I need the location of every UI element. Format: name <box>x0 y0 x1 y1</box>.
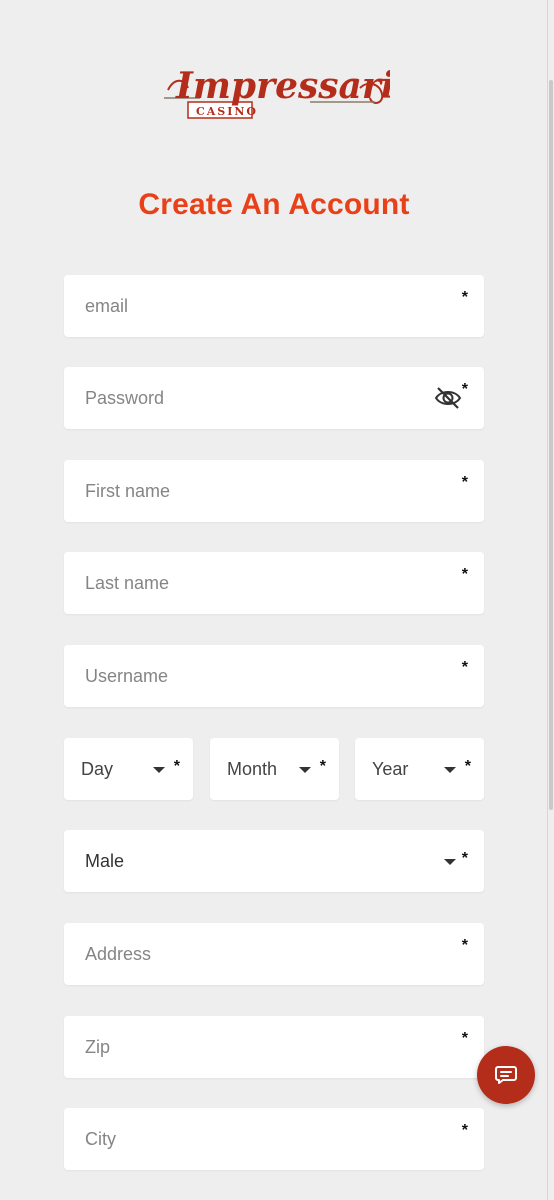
required-marker: * <box>461 850 468 867</box>
password-field[interactable]: Password * <box>64 367 484 429</box>
city-field[interactable]: City * <box>64 1108 484 1170</box>
signup-page: Impressario CASINO Create An Account ema… <box>0 0 554 1200</box>
chevron-down-icon <box>444 859 456 865</box>
required-marker: * <box>461 289 468 306</box>
email-field[interactable]: email * <box>64 275 484 337</box>
required-marker: * <box>173 758 180 775</box>
month-select[interactable]: Month * <box>210 738 339 800</box>
logo-wordmark: Impressario <box>175 65 390 107</box>
zip-placeholder: Zip <box>85 1037 111 1057</box>
page-title: Create An Account <box>138 188 410 221</box>
username-placeholder: Username <box>85 666 169 686</box>
first-name-field[interactable]: First name * <box>64 460 484 522</box>
last-name-field[interactable]: Last name * <box>64 552 484 614</box>
required-marker: * <box>461 1122 468 1139</box>
address-field[interactable]: Address * <box>64 923 484 985</box>
day-select[interactable]: Day * <box>64 738 193 800</box>
username-field[interactable]: Username * <box>64 645 484 707</box>
required-marker: * <box>461 937 468 954</box>
day-select-value: Day <box>81 759 114 779</box>
gender-select-value: Male <box>85 851 125 871</box>
required-marker: * <box>319 758 326 775</box>
eye-slash-icon[interactable] <box>434 385 462 411</box>
first-name-placeholder: First name <box>85 481 171 501</box>
required-marker: * <box>461 474 468 491</box>
password-placeholder: Password <box>85 388 165 408</box>
required-marker: * <box>464 758 471 775</box>
year-select-value: Year <box>372 759 409 779</box>
scrollbar[interactable] <box>547 0 554 1200</box>
required-marker: * <box>461 566 468 583</box>
required-marker: * <box>461 659 468 676</box>
zip-field[interactable]: Zip * <box>64 1016 484 1078</box>
chat-button[interactable] <box>477 1046 535 1104</box>
required-marker: * <box>461 1030 468 1047</box>
impressario-logo[interactable]: Impressario CASINO <box>160 48 390 126</box>
email-placeholder: email <box>85 296 129 316</box>
logo-subtitle: CASINO <box>196 105 258 118</box>
chevron-down-icon <box>444 767 456 773</box>
address-placeholder: Address <box>85 944 152 964</box>
gender-select[interactable]: Male * <box>64 830 484 892</box>
month-select-value: Month <box>227 759 278 779</box>
chat-icon <box>495 1066 517 1084</box>
chevron-down-icon <box>153 767 165 773</box>
chevron-down-icon <box>299 767 311 773</box>
last-name-placeholder: Last name <box>85 573 170 593</box>
year-select[interactable]: Year * <box>355 738 484 800</box>
scrollbar-thumb[interactable] <box>549 80 553 810</box>
required-marker: * <box>461 381 468 398</box>
city-placeholder: City <box>85 1129 116 1149</box>
